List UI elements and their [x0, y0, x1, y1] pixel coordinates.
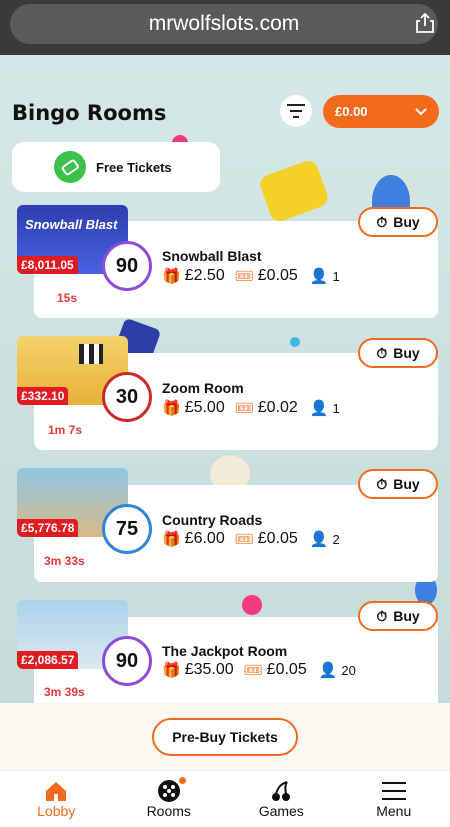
card-price: £0.02 — [257, 399, 298, 416]
nav-menu[interactable]: Menu — [338, 771, 450, 827]
room-stats: 🎁 £6.00 🎟 £0.05 👤 2 — [162, 530, 340, 548]
nav-rooms[interactable]: Rooms — [113, 771, 226, 827]
card-price: £0.05 — [257, 267, 298, 284]
nav-label: Menu — [376, 803, 412, 819]
bingo-ball-badge: 30 — [102, 372, 152, 422]
balance-value: £0.00 — [335, 104, 368, 119]
prebuy-tickets-button[interactable]: Pre-Buy Tickets — [152, 718, 298, 756]
jackpot-badge: £2,086.57 — [17, 651, 79, 669]
browser-bar: mrwolfslots.com — [0, 0, 450, 55]
room-stats: 🎁 £2.50 🎟 £0.05 👤 1 — [162, 267, 340, 285]
party-horn-decoration — [257, 158, 331, 224]
bottom-nav: Lobby Rooms Games Menu — [0, 770, 450, 827]
buy-label: Buy — [393, 214, 420, 230]
cherries-icon — [268, 779, 294, 803]
jackpot-badge: £5,776.78 — [17, 519, 79, 537]
buy-button[interactable]: ⏱ Buy — [358, 338, 438, 368]
stopwatch-icon: ⏱ — [376, 213, 388, 230]
ticket-icon: 🎟 — [234, 268, 254, 285]
ticket-price: £6.00 — [184, 530, 225, 547]
url-text: mrwolfslots.com — [148, 12, 300, 35]
filter-icon — [287, 104, 305, 118]
buy-label: Buy — [393, 608, 420, 624]
free-tickets-button[interactable]: Free Tickets — [12, 142, 220, 192]
buy-button[interactable]: ⏱ Buy — [358, 601, 438, 631]
lobby-content[interactable]: Bingo Rooms £0.00 Free Tickets Snowball … — [0, 55, 450, 770]
buy-label: Buy — [393, 345, 420, 361]
player-count: 1 — [332, 268, 340, 284]
user-icon: 👤 — [309, 268, 329, 285]
ticket-icon: 🎟 — [234, 531, 254, 548]
buy-button[interactable]: ⏱ Buy — [358, 469, 438, 499]
house-icon — [43, 779, 69, 803]
ticket-icon: 🎟 — [234, 400, 254, 417]
jackpot-badge: £8,011.05 — [17, 256, 78, 274]
nav-games[interactable]: Games — [225, 771, 338, 827]
room-stats: 🎁 £5.00 🎟 £0.02 👤 1 — [162, 399, 340, 417]
room-name: Zoom Room — [162, 380, 244, 396]
room-stats: 🎁 £35.00 🎟 £0.05 👤 20 — [162, 661, 356, 679]
checkered-flag-image — [79, 344, 103, 364]
nav-label: Rooms — [146, 803, 191, 819]
nav-label: Games — [258, 803, 304, 819]
user-icon: 👤 — [318, 662, 338, 679]
countdown-timer: 15s — [57, 291, 78, 305]
thumbnail-logo: Snowball Blast — [25, 217, 118, 232]
hamburger-icon — [381, 779, 407, 803]
balance-dropdown[interactable]: £0.00 — [323, 95, 439, 128]
confetti-decoration — [290, 337, 300, 347]
countdown-timer: 1m 7s — [48, 423, 83, 437]
gift-icon: 🎁 — [162, 268, 181, 285]
url-field[interactable]: mrwolfslots.com — [10, 4, 438, 44]
room-name: Snowball Blast — [162, 248, 262, 264]
free-tickets-label: Free Tickets — [96, 159, 172, 175]
page-title: Bingo Rooms — [12, 101, 167, 125]
ticket-price: £2.50 — [184, 267, 225, 284]
stopwatch-icon: ⏱ — [376, 607, 388, 624]
jackpot-badge: £332.10 — [17, 387, 69, 405]
card-price: £0.05 — [266, 661, 307, 678]
buy-button[interactable]: ⏱ Buy — [358, 207, 438, 237]
notification-dot — [178, 777, 186, 784]
gift-icon: 🎁 — [162, 531, 181, 548]
countdown-timer: 3m 33s — [44, 554, 85, 568]
nav-lobby[interactable]: Lobby — [0, 771, 113, 827]
chevron-down-icon — [415, 107, 427, 115]
user-icon: 👤 — [309, 531, 329, 548]
bingo-ball-badge: 75 — [102, 504, 152, 554]
room-name: The Jackpot Room — [162, 643, 288, 659]
ticket-price: £35.00 — [184, 661, 234, 678]
player-count: 1 — [332, 400, 340, 416]
buy-label: Buy — [393, 476, 420, 492]
ticket-price: £5.00 — [184, 399, 225, 416]
card-price: £0.05 — [257, 530, 298, 547]
countdown-timer: 3m 39s — [44, 685, 85, 699]
nav-label: Lobby — [37, 803, 76, 819]
filter-button[interactable] — [280, 95, 312, 127]
bingo-ball-badge: 90 — [102, 636, 152, 686]
confetti-decoration — [242, 595, 262, 615]
stopwatch-icon: ⏱ — [376, 344, 388, 361]
gift-icon: 🎁 — [162, 662, 181, 679]
user-icon: 👤 — [309, 400, 329, 417]
gift-icon: 🎁 — [162, 400, 181, 417]
bingo-ball-icon — [156, 777, 186, 803]
room-name: Country Roads — [162, 512, 263, 528]
player-count: 2 — [332, 531, 340, 547]
ticket-icon: 🎟 — [243, 662, 263, 679]
bingo-ball-badge: 90 — [102, 241, 152, 291]
stopwatch-icon: ⏱ — [376, 475, 388, 492]
share-icon[interactable] — [414, 12, 436, 34]
ticket-icon — [54, 151, 86, 183]
player-count: 20 — [341, 662, 356, 678]
